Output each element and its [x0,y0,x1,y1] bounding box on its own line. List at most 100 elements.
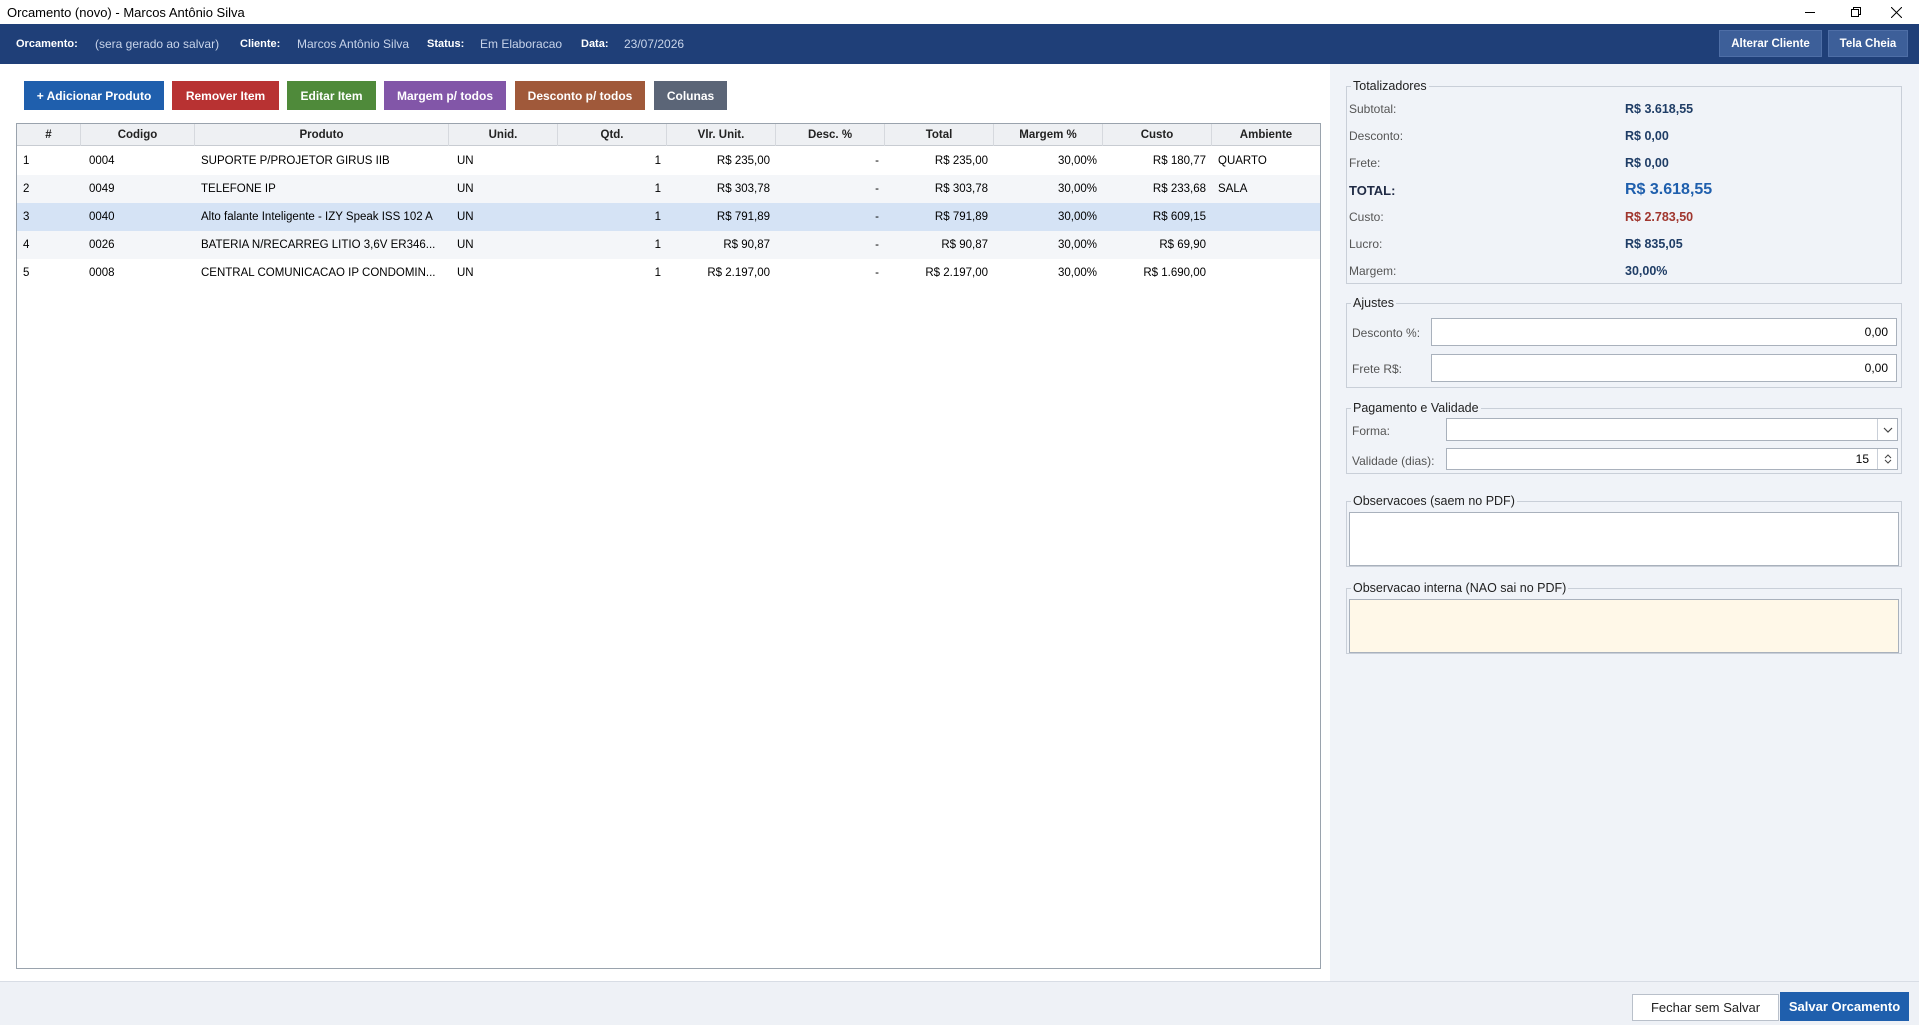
close-icon[interactable] [1873,0,1919,24]
frete-label: Frete: [1349,156,1381,170]
cell-margem: 30,00% [1057,211,1097,223]
observacoes-title: Observacoes (saem no PDF) [1351,494,1517,508]
frete-rs-label: Frete R$: [1352,362,1403,376]
data-label: Data: [581,38,609,50]
cell-unid: UN [457,267,474,279]
cell-total: R$ 235,00 [934,155,988,167]
subtotal-value: R$ 3.618,55 [1625,102,1694,116]
add-product-button[interactable]: + Adicionar Produto [24,81,164,110]
validade-label: Validade (dias): [1352,454,1435,468]
col-header-unid[interactable]: Unid. [449,124,558,146]
cell-vlr-unit: R$ 303,78 [716,183,770,195]
cell-unid: UN [457,183,474,195]
cell-margem: 30,00% [1057,183,1097,195]
cell-total: R$ 303,78 [934,183,988,195]
table-row[interactable]: 1 0004 SUPORTE P/PROJETOR GIRUS IIB UN 1 R$ 2… [17,147,1320,175]
cell-unid: UN [457,155,474,167]
col-header-ambiente[interactable]: Ambiente [1212,124,1320,146]
desconto-percent-label: Desconto %: [1352,326,1421,340]
status-value: Em Elaboracao [480,37,563,51]
chevron-down-icon[interactable] [1877,419,1897,440]
cell-custo: R$ 609,15 [1152,211,1206,223]
desconto-label: Desconto: [1349,129,1404,143]
frete-rs-input[interactable]: 0,00 [1431,354,1897,382]
tela-cheia-button[interactable]: Tela Cheia [1828,30,1908,57]
table-row[interactable]: 3 0040 Alto falante Inteligente - IZY Spea… [17,203,1320,231]
cell-codigo: 0004 [89,155,115,167]
cell-codigo: 0008 [89,267,115,279]
cell-ambiente [1212,203,1320,231]
cell-num: 3 [23,211,30,223]
items-table[interactable]: # Codigo Produto Unid. Qtd. Vlr. Unit. D… [16,123,1321,969]
desconto-value: R$ 0,00 [1625,129,1669,143]
discount-all-button[interactable]: Desconto p/ todos [515,81,645,110]
cell-margem: 30,00% [1057,267,1097,279]
cell-desc: - [875,211,879,223]
spinner-updown-icon[interactable] [1877,449,1897,469]
cell-qtd: 1 [654,183,661,195]
col-header-produto[interactable]: Produto [195,124,449,146]
custo-value: R$ 2.783,50 [1625,210,1694,224]
cell-custo: R$ 233,68 [1152,183,1206,195]
validade-value: 15 [1855,452,1869,466]
orcamento-number: (sera gerado ao salvar) [95,37,220,51]
cell-qtd: 1 [654,267,661,279]
ajustes-group: Ajustes Desconto %: 0,00 Frete R$: 0,00 [1346,296,1902,388]
cell-vlr-unit: R$ 2.197,00 [707,267,770,279]
cell-produto: Alto falante Inteligente - IZY Speak ISS… [201,211,433,223]
save-orcamento-button[interactable]: Salvar Orcamento [1780,992,1909,1021]
cell-qtd: 1 [654,239,661,251]
cell-total: R$ 2.197,00 [925,267,988,279]
alterar-cliente-button[interactable]: Alterar Cliente [1719,30,1822,57]
cell-produto: BATERIA N/RECARREG LITIO 3,6V ER346... [201,239,436,251]
col-header-desc[interactable]: Desc. % [776,124,885,146]
cell-total: R$ 791,89 [934,211,988,223]
col-header-qtd[interactable]: Qtd. [558,124,667,146]
cell-num: 5 [23,267,30,279]
cell-custo: R$ 1.690,00 [1143,267,1206,279]
col-header-codigo[interactable]: Codigo [81,124,195,146]
cell-unid: UN [457,211,474,223]
cell-desc: - [875,155,879,167]
close-without-save-button[interactable]: Fechar sem Salvar [1632,994,1779,1021]
forma-select[interactable] [1446,418,1898,441]
data-value: 23/07/2026 [624,37,685,51]
cell-unid: UN [457,239,474,251]
cell-ambiente [1212,231,1320,259]
margin-all-button[interactable]: Margem p/ todos [384,81,506,110]
window-title: Orcamento (novo) - Marcos Antônio Silva [7,4,245,20]
col-header-margem[interactable]: Margem % [994,124,1103,146]
table-row[interactable]: 4 0026 BATERIA N/RECARREG LITIO 3,6V ER346… [17,231,1320,259]
cell-vlr-unit: R$ 791,89 [716,211,770,223]
cell-produto: SUPORTE P/PROJETOR GIRUS IIB [201,155,390,167]
cell-custo: R$ 69,90 [1159,239,1206,251]
minimize-icon[interactable] [1787,0,1833,24]
col-header-num[interactable]: # [17,124,81,146]
edit-item-button[interactable]: Editar Item [287,81,376,110]
col-header-vlr-unit[interactable]: Vlr. Unit. [667,124,776,146]
orcamento-header: Orcamento: (sera gerado ao salvar) Clien… [0,24,1919,64]
table-row[interactable]: 2 0049 TELEFONE IP UN 1 R$ 303,78 - R$ 303,78 30… [17,175,1320,203]
cell-ambiente: QUARTO [1218,155,1267,167]
status-label: Status: [427,38,465,50]
cliente-name: Marcos Antônio Silva [297,37,410,51]
remove-item-button[interactable]: Remover Item [172,81,279,110]
cell-qtd: 1 [654,155,661,167]
cliente-label: Cliente: [240,38,281,50]
lucro-value: R$ 835,05 [1625,237,1683,251]
observacao-interna-title: Observacao interna (NAO sai no PDF) [1351,581,1569,595]
columns-button[interactable]: Colunas [654,81,727,110]
cell-desc: - [875,239,879,251]
col-header-custo[interactable]: Custo [1103,124,1212,146]
validade-spinner[interactable]: 15 [1446,448,1898,470]
table-row[interactable]: 5 0008 CENTRAL COMUNICACAO IP CONDOMIN... U… [17,259,1320,287]
desconto-percent-input[interactable]: 0,00 [1431,318,1897,346]
cell-codigo: 0049 [89,183,115,195]
cell-ambiente [1212,259,1320,287]
observacao-interna-textarea[interactable] [1349,599,1899,653]
margem-label: Margem: [1349,264,1397,278]
observacoes-textarea[interactable] [1349,512,1899,566]
cell-num: 4 [23,239,30,251]
col-header-total[interactable]: Total [885,124,994,146]
cell-desc: - [875,183,879,195]
